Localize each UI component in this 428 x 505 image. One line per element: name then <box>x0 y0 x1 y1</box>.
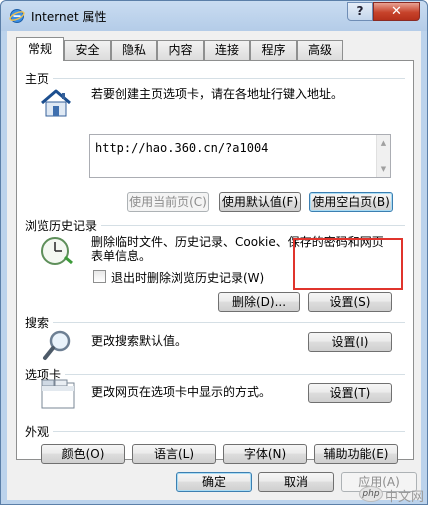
fonts-button[interactable]: 字体(N) <box>223 444 307 464</box>
url-scrollbar[interactable]: ▲ ▼ <box>376 135 390 177</box>
internet-explorer-icon <box>9 9 25 23</box>
home-url-text: http://hao.360.cn/?a1004 <box>95 141 269 155</box>
tabs-settings-button[interactable]: 设置(T) <box>308 383 392 403</box>
help-button[interactable]: ? <box>347 2 373 21</box>
title-bar[interactable]: Internet 属性 ? ✕ <box>1 1 427 31</box>
watermark-text: 中文网 <box>385 490 425 505</box>
home-description: 若要创建主页选项卡，请在各地址行键入地址。 <box>91 87 344 101</box>
tabbed-window-icon <box>41 379 75 409</box>
search-divider <box>53 322 405 323</box>
internet-options-window: Internet 属性 ? ✕ 常规 安全 隐私 内容 连接 程序 高级 主页 … <box>0 0 428 505</box>
scroll-up-icon[interactable]: ▲ <box>377 137 390 149</box>
scroll-down-icon[interactable]: ▼ <box>377 163 390 175</box>
home-divider <box>53 78 405 79</box>
appearance-divider <box>53 431 405 432</box>
accessibility-button[interactable]: 辅助功能(E) <box>314 444 398 464</box>
use-blank-button[interactable]: 使用空白页(B) <box>309 192 393 212</box>
home-url-textarea[interactable]: http://hao.360.cn/?a1004 ▲ ▼ <box>89 134 391 178</box>
window-title: Internet 属性 <box>31 10 107 24</box>
appearance-section-heading: 外观 <box>25 425 50 439</box>
home-section-heading: 主页 <box>25 72 50 86</box>
delete-on-exit-label[interactable]: 退出时删除浏览历史记录(W) <box>111 269 264 286</box>
watermark: php 中文网 <box>359 486 425 505</box>
tab-content[interactable]: 内容 <box>157 40 204 60</box>
colors-button[interactable]: 颜色(O) <box>41 444 125 464</box>
tabs-description: 更改网页在选项卡中显示的方式。 <box>91 385 272 399</box>
use-default-button[interactable]: 使用默认值(F) <box>219 192 301 212</box>
home-icon <box>41 89 71 117</box>
close-button[interactable]: ✕ <box>373 2 420 21</box>
tab-general[interactable]: 常规 <box>16 37 64 61</box>
delete-on-exit-checkbox[interactable] <box>93 270 106 283</box>
tab-connections[interactable]: 连接 <box>204 40 250 60</box>
languages-button[interactable]: 语言(L) <box>132 444 216 464</box>
ok-button[interactable]: 确定 <box>176 472 252 492</box>
history-clock-icon <box>41 237 73 265</box>
search-settings-button[interactable]: 设置(I) <box>308 332 392 352</box>
php-logo: php <box>359 486 383 502</box>
history-divider <box>101 225 405 226</box>
tab-advanced[interactable]: 高级 <box>297 40 343 60</box>
highlight-box <box>293 238 403 290</box>
delete-history-button[interactable]: 删除(D)... <box>218 292 300 312</box>
tab-privacy[interactable]: 隐私 <box>111 40 157 60</box>
tabs-divider <box>65 374 405 375</box>
history-section-heading: 浏览历史记录 <box>25 219 98 233</box>
tab-programs[interactable]: 程序 <box>250 40 297 60</box>
search-description: 更改搜索默认值。 <box>91 334 188 348</box>
use-current-button[interactable]: 使用当前页(C) <box>127 192 209 212</box>
cancel-button[interactable]: 取消 <box>258 472 334 492</box>
tab-security[interactable]: 安全 <box>64 40 111 60</box>
history-settings-button[interactable]: 设置(S) <box>308 292 392 312</box>
history-description-line2: 表单信息。 <box>91 249 152 263</box>
search-magnifier-icon <box>43 330 71 360</box>
